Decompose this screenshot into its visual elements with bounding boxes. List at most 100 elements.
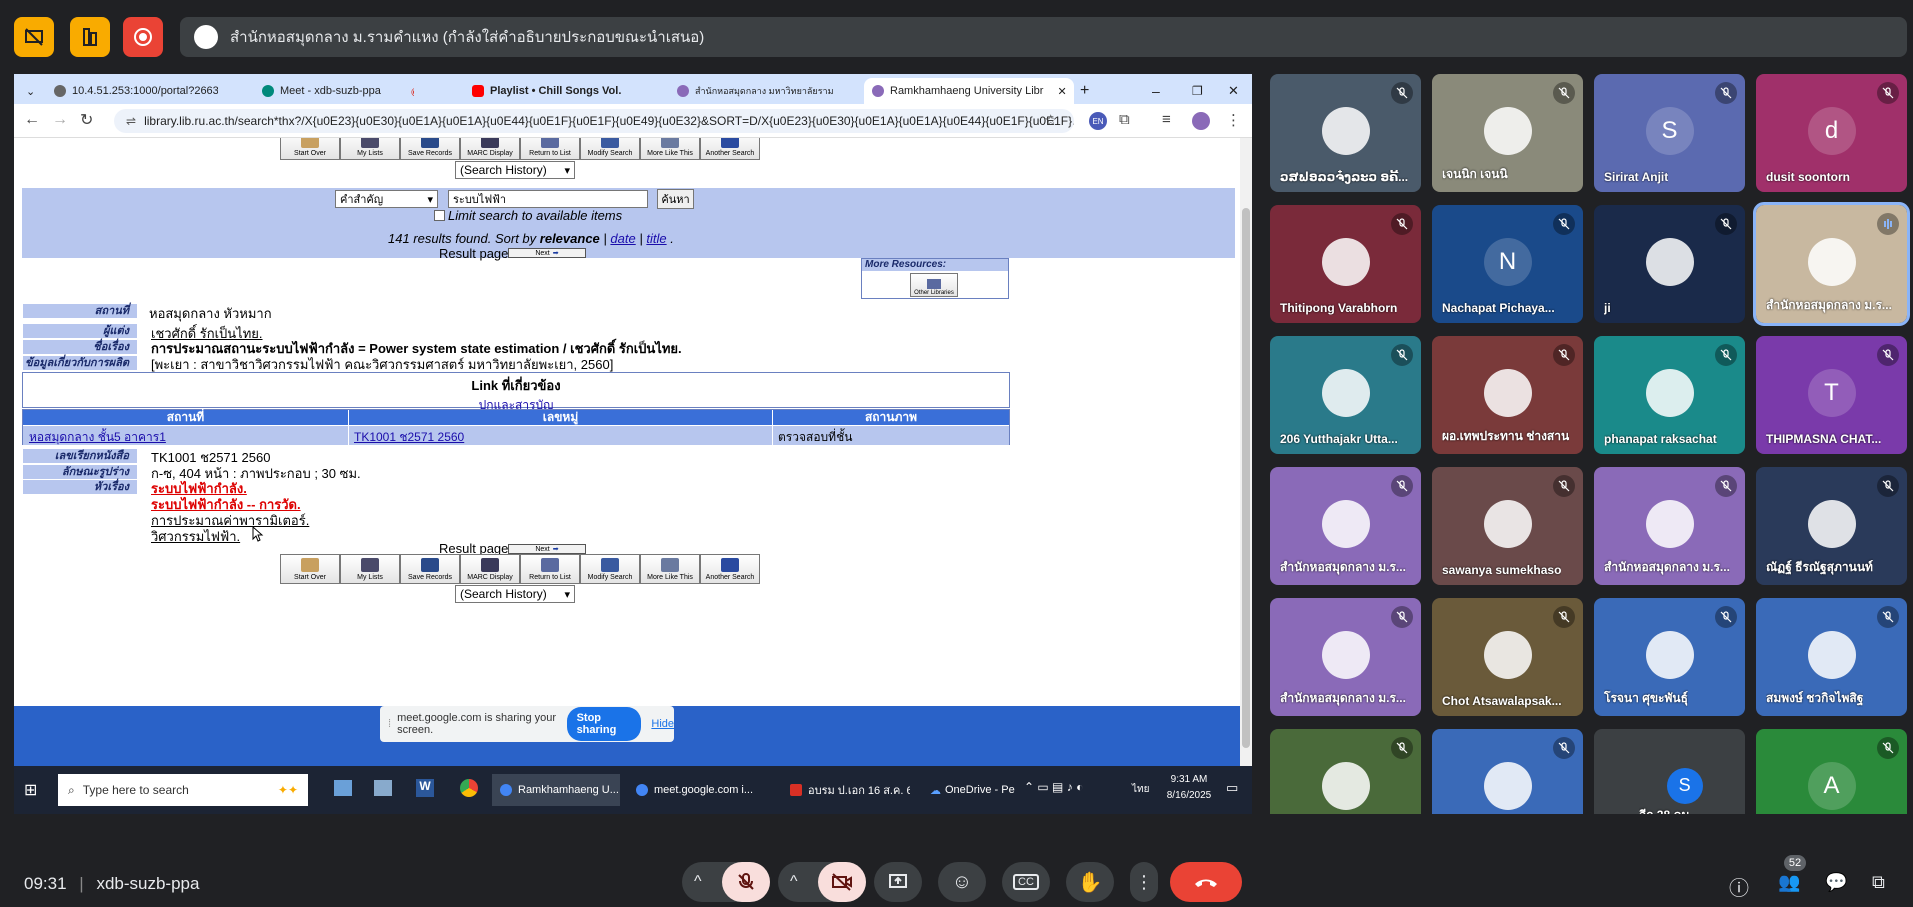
holdings-callno-link[interactable]: TK1001 ช2571 2560 xyxy=(354,428,464,447)
raise-hand-button[interactable]: ✋ xyxy=(1066,862,1114,902)
scrollbar-thumb[interactable] xyxy=(1242,208,1250,748)
taskbar-app-ramkhamhaeng[interactable]: Ramkhamhaeng U... xyxy=(492,774,620,806)
limit-checkbox[interactable] xyxy=(434,210,445,221)
toolbar-button-marc-display[interactable]: MARC Display xyxy=(460,554,520,584)
restore-icon[interactable]: ❐ xyxy=(1184,78,1214,104)
participant-tile[interactable]: N Nachapat Pichaya... xyxy=(1432,205,1583,323)
toolbar-button-start-over[interactable]: Start Over xyxy=(280,138,340,160)
search-history-select[interactable]: (Search History) xyxy=(455,161,575,179)
more-menu-icon[interactable]: ⋮ xyxy=(1226,111,1241,129)
activities-icon[interactable]: ⧉ xyxy=(1872,872,1885,893)
sort-date-link[interactable]: date xyxy=(610,231,635,246)
tab-portal[interactable]: 10.4.51.253:1000/portal?2663c xyxy=(46,78,218,104)
file-explorer-icon[interactable] xyxy=(334,780,352,796)
close-window-icon[interactable]: ✕ xyxy=(1220,78,1250,104)
reload-icon[interactable]: ↻ xyxy=(80,110,93,130)
toolbar-button-more-like-this[interactable]: More Like This xyxy=(640,138,700,160)
next-page-button-bottom[interactable]: Next ➡ xyxy=(508,544,586,554)
toolbar-button-another-search[interactable]: Another Search xyxy=(700,554,760,584)
participant-tile[interactable]: สมพงษ์ ชวกิจไพสิฐ xyxy=(1756,598,1907,716)
media-control-icon[interactable]: ≡ xyxy=(1162,111,1171,128)
forward-icon[interactable]: → xyxy=(52,111,68,129)
participant-tile[interactable]: T THIPMASNA CHAT... xyxy=(1756,336,1907,454)
camera-control[interactable]: ^ xyxy=(778,862,866,902)
search-input[interactable] xyxy=(448,190,648,208)
extensions-icon[interactable]: ⧉ xyxy=(1119,111,1130,128)
participant-tile[interactable]: ວສຟອລວຈ໋ງລະວ ອຄີ້... xyxy=(1270,74,1421,192)
toolbar-button-modify-search[interactable]: Modify Search xyxy=(580,138,640,160)
toolbar-button-return-to-list[interactable]: Return to List xyxy=(520,138,580,160)
tray-icons[interactable]: ⌃ ▭ ▤ ♪ ◐ xyxy=(1024,780,1083,794)
stop-sharing-button[interactable]: Stop sharing xyxy=(566,707,642,741)
notification-icon[interactable]: ▭ xyxy=(1226,780,1238,796)
annotation-icon[interactable] xyxy=(70,17,110,57)
people-icon[interactable]: 👥 xyxy=(1778,872,1800,893)
toolbar-button-my-lists[interactable]: My Lists xyxy=(340,554,400,584)
toolbar-button-another-search[interactable]: Another Search xyxy=(700,138,760,160)
chevron-up-icon[interactable]: ^ xyxy=(790,873,798,891)
participant-tile[interactable]: โรจนา ศุขะพันธุ์ xyxy=(1594,598,1745,716)
close-tab-icon[interactable]: ✕ xyxy=(1057,85,1066,98)
taskbar-app-pdf[interactable]: อบรม ป.เอก 16 ส.ค. 6... xyxy=(782,774,910,806)
sort-title-link[interactable]: title xyxy=(646,231,666,246)
chat-icon[interactable]: 💬 xyxy=(1825,872,1847,893)
participant-tile[interactable]: สำนักหอสมุดกลาง ม.ร... xyxy=(1753,202,1910,326)
language-indicator[interactable]: ไทย xyxy=(1132,782,1149,797)
minimize-icon[interactable]: – xyxy=(1144,78,1174,104)
participant-tile[interactable]: ji xyxy=(1594,205,1745,323)
toolbar-button-start-over[interactable]: Start Over xyxy=(280,554,340,584)
participant-tile[interactable]: 206 Yutthajakr Utta... xyxy=(1270,336,1421,454)
stop-presenting-icon[interactable] xyxy=(14,17,54,57)
windows-start-icon[interactable]: ⊞ xyxy=(24,780,37,800)
toolbar-button-marc-display[interactable]: MARC Display xyxy=(460,138,520,160)
search-button[interactable]: ค้นหา xyxy=(657,189,694,209)
page-scrollbar[interactable] xyxy=(1240,138,1252,766)
participant-tile[interactable]: sawanya sumekhaso xyxy=(1432,467,1583,585)
captions-button[interactable]: CC xyxy=(1002,862,1050,902)
word-icon[interactable]: W xyxy=(416,779,434,797)
toolbar-button-modify-search[interactable]: Modify Search xyxy=(580,554,640,584)
drag-handle-icon[interactable]: ⁞ xyxy=(388,718,391,730)
new-tab-icon[interactable]: + xyxy=(1072,78,1102,104)
holdings-location-link[interactable]: หอสมุดกลาง ชั้น5 อาคาร1 xyxy=(29,428,166,447)
reactions-button[interactable]: ☺ xyxy=(938,862,986,902)
participant-tile[interactable]: d dusit soontorn xyxy=(1756,74,1907,192)
mic-off-icon[interactable] xyxy=(722,862,770,902)
participant-tile[interactable]: สำนักหอสมุดกลาง ม.ร... xyxy=(1594,467,1745,585)
participant-tile[interactable]: สำนักหอสมุดกลาง ม.ร... xyxy=(1270,598,1421,716)
bookmark-star-icon[interactable]: ☆ xyxy=(1044,111,1057,129)
participant-tile[interactable]: S Sirirat Anjit xyxy=(1594,74,1745,192)
toolbar-button-more-like-this[interactable]: More Like This xyxy=(640,554,700,584)
participant-tile[interactable]: ผอ.เทพประทาน ช่างสาน xyxy=(1432,336,1583,454)
toolbar-button-my-lists[interactable]: My Lists xyxy=(340,138,400,160)
participant-tile[interactable]: phanapat raksachat xyxy=(1594,336,1745,454)
search-type-select[interactable]: คำสำคัญ xyxy=(335,190,438,208)
toolbar-button-return-to-list[interactable]: Return to List xyxy=(520,554,580,584)
info-icon[interactable]: ⓘ xyxy=(1729,872,1749,901)
onedrive-status[interactable]: ☁ OneDrive - Pe xyxy=(926,774,1016,806)
participant-tile[interactable]: ณัฏฐ์ ธีรณัฐสุภานนท์ xyxy=(1756,467,1907,585)
hide-banner-link[interactable]: Hide xyxy=(651,718,674,730)
toolbar-button-save-records[interactable]: Save Records xyxy=(400,138,460,160)
taskbar-search-box[interactable]: ⌕ Type here to search ✦✦ xyxy=(58,774,308,806)
record-icon[interactable] xyxy=(123,17,163,57)
participant-tile[interactable]: Thitipong Varabhorn xyxy=(1270,205,1421,323)
chevron-up-icon[interactable]: ^ xyxy=(694,873,702,891)
search-history-select-bottom[interactable]: (Search History) xyxy=(455,585,575,603)
tab-playlist[interactable]: Playlist • Chill Songs Vol. xyxy=(464,78,664,104)
other-libraries-button[interactable]: Other Libraries xyxy=(910,273,958,297)
translate-badge[interactable]: EN xyxy=(1089,112,1107,130)
present-screen-button[interactable] xyxy=(874,862,922,902)
mic-control[interactable]: ^ xyxy=(682,862,770,902)
profile-avatar[interactable] xyxy=(1192,112,1210,130)
toolbar-button-save-records[interactable]: Save Records xyxy=(400,554,460,584)
tab-library-home[interactable]: สำนักหอสมุดกลาง มหาวิทยาลัยราม xyxy=(669,78,859,104)
subject-link-4[interactable]: วิศวกรรมไฟฟ้า. xyxy=(151,526,240,547)
app-icon[interactable] xyxy=(374,780,392,796)
chrome-icon[interactable] xyxy=(460,779,478,797)
back-icon[interactable]: ← xyxy=(24,111,40,129)
camera-off-icon[interactable] xyxy=(818,862,866,902)
participant-tile[interactable]: สำนักหอสมุดกลาง ม.ร... xyxy=(1270,467,1421,585)
next-page-button[interactable]: Next ➡ xyxy=(508,248,586,258)
participant-tile[interactable]: เจนนิก เจนนิ xyxy=(1432,74,1583,192)
